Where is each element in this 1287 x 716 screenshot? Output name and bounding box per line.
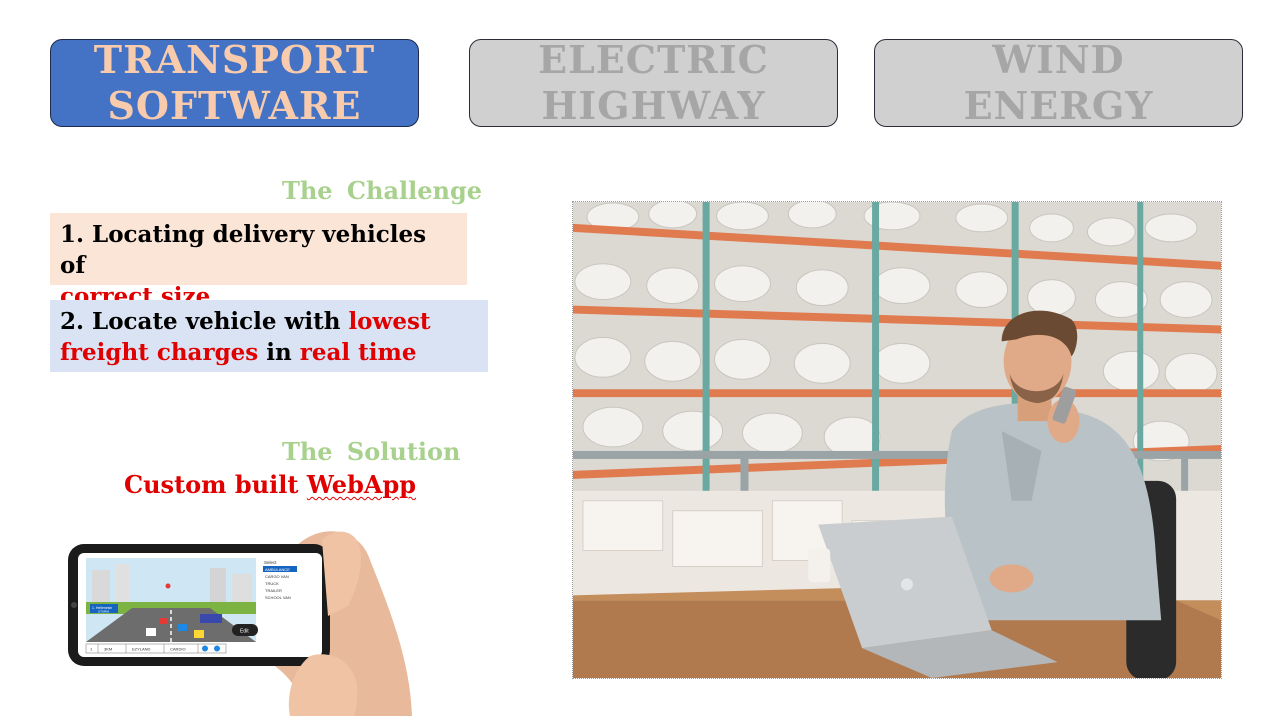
challenge-item-1-text: 1. Locating delivery vehicles of	[60, 221, 427, 279]
tab-transport-software[interactable]: TRANSPORT SOFTWARE	[50, 37, 419, 128]
challenge-item-2-text-b: in	[258, 339, 300, 366]
tab-label-line1: WIND	[992, 37, 1125, 82]
select-label: Select	[264, 560, 277, 565]
action-icon[interactable]	[202, 645, 208, 652]
challenge-heading: The Challenge	[282, 176, 483, 205]
phone-in-hand-illustration: 1. Hellenesin UTURM Select AMBULANCE CAR…	[68, 531, 412, 716]
laptop-logo-icon	[900, 578, 913, 591]
table-cell: EZYLAND	[132, 647, 151, 652]
solution-text-webapp: WebApp	[306, 470, 417, 499]
tab-electric-highway[interactable]: ELECTRIC HIGHWAY	[469, 37, 838, 128]
challenge-item-2: 2. Locate vehicle with lowest freight ch…	[50, 300, 488, 372]
challenge-item-2-highlight-a: lowest	[348, 308, 431, 335]
edit-button-label: Edit	[240, 629, 249, 635]
mug	[808, 548, 831, 583]
car-icon	[160, 618, 168, 624]
car-icon	[194, 630, 204, 638]
car-icon	[178, 624, 187, 631]
select-option[interactable]: CARGO VAN	[265, 574, 289, 579]
select-option[interactable]: AMBULANCE	[265, 567, 290, 572]
tab-label-line1: ELECTRIC	[538, 37, 769, 82]
table-cell: CARDIO	[170, 647, 186, 652]
challenge-item-2-text-a: 2. Locate vehicle with	[60, 308, 349, 335]
challenge-item-2-highlight-b: freight charges	[60, 339, 259, 366]
select-option[interactable]: TRUCK	[265, 581, 279, 586]
action-icon[interactable]	[214, 645, 220, 652]
location-pin-icon	[165, 583, 171, 589]
solution-text-plain: Custom built	[124, 470, 307, 499]
select-option[interactable]: TRAILER	[265, 588, 282, 593]
warehouse-businessman-photo	[572, 201, 1222, 679]
select-option[interactable]: SCHOOL VAN	[265, 595, 291, 600]
challenge-item-1: 1. Locating delivery vehicles of correct…	[50, 213, 467, 310]
road-sign-sublabel: UTURM	[98, 610, 109, 614]
tab-label-line2: HIGHWAY	[541, 83, 766, 128]
tab-label-line2: SOFTWARE	[107, 83, 362, 128]
solution-heading: The Solution	[282, 437, 461, 466]
tab-wind-energy[interactable]: WIND ENERGY	[874, 37, 1243, 128]
truck-icon	[200, 614, 222, 623]
table-cell: 3KM	[104, 647, 112, 652]
tab-label-line2: ENERGY	[963, 83, 1154, 128]
challenge-item-2-highlight-c: real time	[299, 339, 417, 366]
solution-text: Custom built WebApp	[124, 470, 416, 499]
tab-label-line1: TRANSPORT	[93, 37, 376, 82]
phone-camera-icon	[71, 602, 77, 608]
car-icon	[146, 628, 156, 636]
